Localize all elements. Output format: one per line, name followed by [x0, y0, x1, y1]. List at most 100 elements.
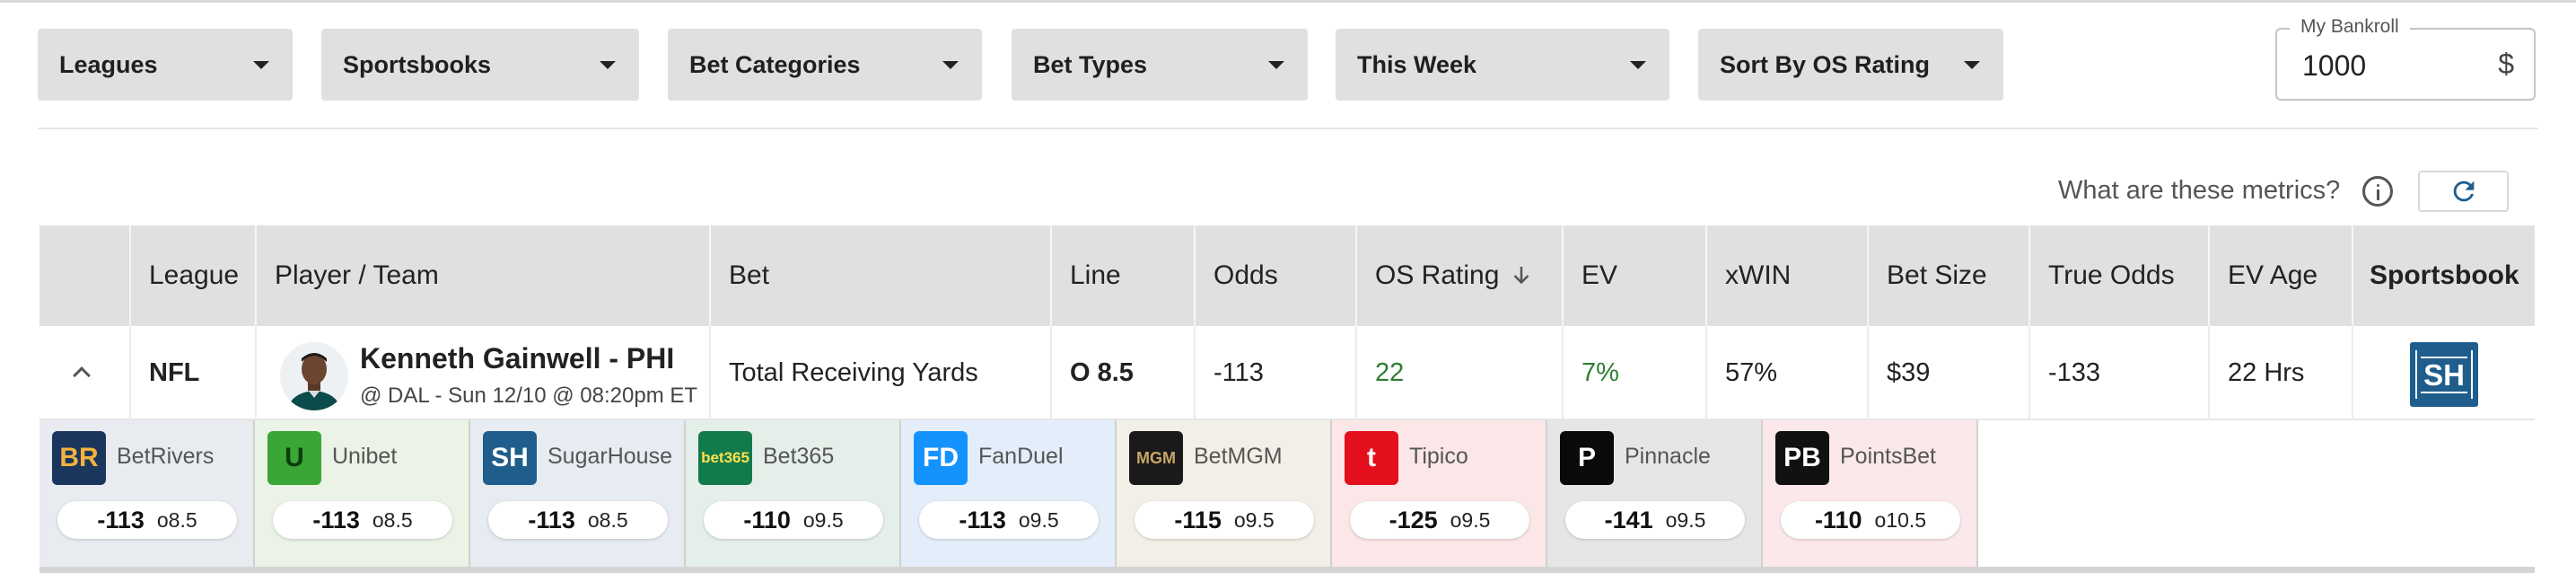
odds-value: -113 — [528, 506, 575, 533]
odds-value: -113 — [97, 506, 145, 533]
info-icon[interactable] — [2362, 176, 2393, 207]
caret-down-icon — [942, 61, 959, 69]
sportsbook-name: BetMGM — [1194, 444, 1283, 469]
odds-pill[interactable]: -110 o10.5 — [1781, 501, 1960, 539]
xwin-cell: 57% — [1725, 358, 1778, 387]
sportsbook-logo: PB — [1775, 431, 1829, 485]
caret-down-icon — [600, 61, 616, 69]
player-name[interactable]: Kenneth Gainwell - PHI — [360, 342, 674, 375]
sportsbook-card-bet365[interactable]: bet365 Bet365 -110 o9.5 — [686, 420, 901, 573]
game-info: @ DAL - Sun 12/10 @ 08:20pm ET — [360, 383, 698, 408]
os-rating-cell: 22 — [1375, 358, 1405, 387]
column-header-sportsbook[interactable]: Sportsbook — [2352, 225, 2535, 326]
top-border — [0, 0, 2576, 3]
sort-dropdown-label: Sort By OS Rating — [1720, 50, 1931, 78]
metrics-help-link[interactable]: What are these metrics? — [2058, 176, 2340, 206]
bet-types-dropdown-label: Bet Types — [1033, 50, 1148, 78]
bet-types-dropdown[interactable]: Bet Types — [1012, 29, 1308, 101]
column-header-os-rating[interactable]: OS Rating — [1355, 225, 1562, 326]
column-header-ev[interactable]: EV — [1562, 225, 1705, 326]
cell-divider — [2352, 326, 2353, 420]
sportsbook-card-betmgm[interactable]: MGM BetMGM -115 o9.5 — [1117, 420, 1332, 573]
sportsbook-logo: U — [267, 431, 321, 485]
bet-categories-dropdown-label: Bet Categories — [689, 50, 861, 78]
column-header-xwin[interactable]: xWIN — [1705, 225, 1867, 326]
bankroll-field[interactable]: My Bankroll 1000 $ — [2275, 16, 2536, 101]
table-header: League Player / Team Bet Line Odds OS Ra… — [39, 225, 2535, 326]
odds-pill[interactable]: -141 o9.5 — [1565, 501, 1745, 539]
odds-pill[interactable]: -113 o8.5 — [488, 501, 668, 539]
odds-value: -113 — [959, 506, 1006, 533]
caret-down-icon — [1268, 61, 1284, 69]
currency-symbol: $ — [2498, 48, 2514, 80]
leagues-dropdown-label: Leagues — [59, 50, 158, 78]
odds-pill[interactable]: -113 o8.5 — [57, 501, 237, 539]
sportsbook-card-sugarhouse[interactable]: SH SugarHouse -113 o8.5 — [470, 420, 686, 573]
bet-cell: Total Receiving Yards — [729, 358, 978, 387]
sportsbook-name: FanDuel — [978, 444, 1064, 469]
column-header-league[interactable]: League — [129, 225, 255, 326]
odds-value: -110 — [1814, 506, 1862, 533]
bankroll-input[interactable]: 1000 — [2302, 49, 2366, 83]
odds-pill[interactable]: -115 o9.5 — [1135, 501, 1314, 539]
line-cell: O 8.5 — [1070, 358, 1134, 387]
odds-value: -115 — [1174, 506, 1222, 533]
sportsbook-card-pinnacle[interactable]: P Pinnacle -141 o9.5 — [1547, 420, 1763, 573]
sort-dropdown[interactable]: Sort By OS Rating — [1698, 29, 2003, 101]
sportsbook-card-tipico[interactable]: t Tipico -125 o9.5 — [1332, 420, 1547, 573]
sportsbook-card-unibet[interactable]: U Unibet -113 o8.5 — [255, 420, 470, 573]
arrow-down-icon — [1514, 267, 1529, 285]
scroll-edge — [39, 567, 2535, 573]
odds-pill[interactable]: -110 o9.5 — [704, 501, 883, 539]
refresh-button[interactable] — [2418, 171, 2509, 212]
odds-cell: -113 — [1214, 358, 1264, 387]
line-value: o10.5 — [1874, 507, 1927, 532]
caret-down-icon — [1630, 61, 1646, 69]
column-header-bet-size[interactable]: Bet Size — [1867, 225, 2028, 326]
sportsbook-name: SugarHouse — [548, 444, 672, 469]
sportsbook-name: Bet365 — [763, 444, 835, 469]
odds-pill[interactable]: -125 o9.5 — [1350, 501, 1529, 539]
sportsbook-name: Tipico — [1409, 444, 1468, 469]
sportsbook-name: Unibet — [332, 444, 398, 469]
column-header-bet[interactable]: Bet — [709, 225, 1050, 326]
sportsbook-card-betrivers[interactable]: BR BetRivers -113 o8.5 — [39, 420, 255, 573]
odds-value: -110 — [743, 506, 791, 533]
column-header-player-team[interactable]: Player / Team — [255, 225, 709, 326]
sportsbook-logo[interactable]: SH — [2410, 342, 2478, 407]
sportsbook-name: PointsBet — [1840, 444, 1937, 469]
column-header-line[interactable]: Line — [1050, 225, 1194, 326]
line-value: o8.5 — [156, 507, 197, 532]
sportsbook-logo-text: SH — [2421, 356, 2467, 393]
caret-down-icon — [1964, 61, 1980, 69]
sportsbook-logo: SH — [483, 431, 537, 485]
line-value: o9.5 — [1450, 507, 1491, 532]
sportsbook-card-fanduel[interactable]: FD FanDuel -113 o9.5 — [901, 420, 1117, 573]
column-header-odds[interactable]: Odds — [1194, 225, 1355, 326]
line-value: o9.5 — [1018, 507, 1059, 532]
line-value: o9.5 — [802, 507, 844, 532]
odds-value: -141 — [1604, 506, 1653, 533]
time-range-dropdown-label: This Week — [1357, 50, 1477, 78]
sportsbook-logo: P — [1560, 431, 1614, 485]
sportsbook-card-pointsbet[interactable]: PB PointsBet -110 o10.5 — [1763, 420, 1978, 573]
odds-pill[interactable]: -113 o8.5 — [273, 501, 452, 539]
table-row[interactable]: NFL Kenneth Gainwell - PHI @ DAL - Sun 1… — [39, 326, 2535, 420]
line-value: o9.5 — [1665, 507, 1706, 532]
column-header-ev-age[interactable]: EV Age — [2208, 225, 2352, 326]
sportsbook-name: BetRivers — [117, 444, 215, 469]
refresh-icon — [2453, 181, 2474, 202]
sportsbook-odds-list: BR BetRivers -113 o8.5 U Unibet -113 o8.5 SH Suga… — [39, 420, 2535, 573]
ev-age-cell: 22 Hrs — [2228, 358, 2305, 387]
leagues-dropdown[interactable]: Leagues — [38, 29, 293, 101]
column-header-true-odds[interactable]: True Odds — [2028, 225, 2208, 326]
odds-value: -125 — [1389, 506, 1438, 533]
sportsbook-logo: t — [1345, 431, 1398, 485]
time-range-dropdown[interactable]: This Week — [1336, 29, 1669, 101]
bet-categories-dropdown[interactable]: Bet Categories — [668, 29, 982, 101]
odds-pill[interactable]: -113 o9.5 — [919, 501, 1099, 539]
line-value: o8.5 — [372, 507, 413, 532]
sportsbooks-dropdown[interactable]: Sportsbooks — [321, 29, 639, 101]
sportsbook-name: Pinnacle — [1625, 444, 1711, 469]
chevron-up-icon[interactable] — [73, 366, 91, 384]
